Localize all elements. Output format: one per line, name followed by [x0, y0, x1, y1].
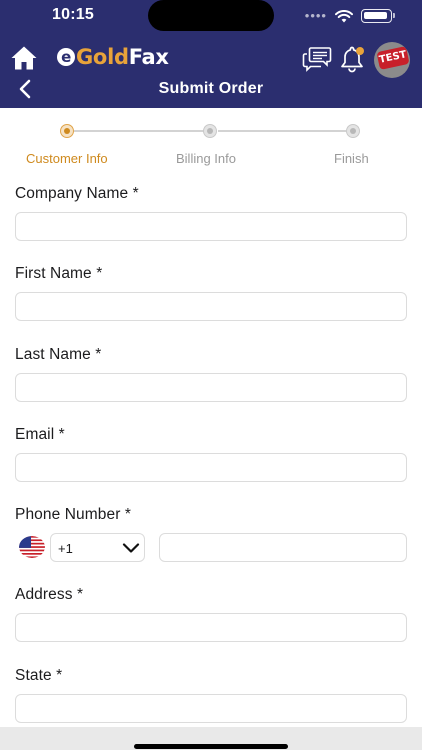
phone-number-label: Phone Number * [15, 506, 131, 523]
email-label: Email * [15, 426, 65, 443]
avatar[interactable]: TEST [374, 42, 410, 78]
step-connector [74, 130, 204, 132]
chat-icon[interactable] [302, 46, 332, 72]
step-finish-dot [346, 124, 360, 138]
home-indicator [134, 744, 288, 749]
email-field[interactable] [15, 453, 407, 482]
first-name-label: First Name * [15, 265, 103, 282]
order-stepper: Customer Info Billing Info Finish [0, 108, 422, 176]
state-field[interactable] [15, 694, 407, 723]
logo-fax-text: Fax [128, 45, 169, 69]
last-name-label: Last Name * [15, 346, 102, 363]
notification-dot [356, 47, 364, 55]
step-finish-label[interactable]: Finish [334, 151, 369, 166]
status-bar: 10:15 •••• [0, 0, 422, 34]
step-connector [218, 130, 346, 132]
state-label: State * [15, 667, 63, 684]
country-code-select[interactable]: +1 [50, 533, 145, 562]
step-customer-info-dot [60, 124, 74, 138]
egoldfax-logo: e GoldFax [57, 45, 169, 73]
status-icons: •••• [304, 8, 395, 23]
battery-icon [361, 9, 395, 23]
home-icon[interactable] [10, 45, 38, 71]
us-flag-icon[interactable] [19, 536, 45, 558]
last-name-field[interactable] [15, 373, 407, 402]
country-code-value: +1 [58, 541, 73, 556]
chevron-down-icon [122, 543, 140, 553]
camera-notch [148, 0, 274, 31]
step-billing-info-label[interactable]: Billing Info [176, 151, 236, 166]
wifi-icon [335, 9, 353, 22]
signal-dots-icon: •••• [304, 8, 327, 23]
app-header: 10:15 •••• e GoldFax TEST Submit Order [0, 0, 422, 108]
logo-gold-text: Gold [76, 45, 129, 69]
page-title: Submit Order [158, 80, 264, 97]
step-customer-info-label[interactable]: Customer Info [26, 151, 108, 166]
address-field[interactable] [15, 613, 407, 642]
logo-e-badge: e [57, 48, 75, 66]
step-billing-info-dot [203, 124, 217, 138]
company-name-field[interactable] [15, 212, 407, 241]
company-name-label: Company Name * [15, 185, 139, 202]
phone-number-field[interactable] [159, 533, 407, 562]
address-label: Address * [15, 586, 84, 603]
test-stamp: TEST [376, 46, 410, 70]
first-name-field[interactable] [15, 292, 407, 321]
status-time: 10:15 [52, 6, 94, 23]
